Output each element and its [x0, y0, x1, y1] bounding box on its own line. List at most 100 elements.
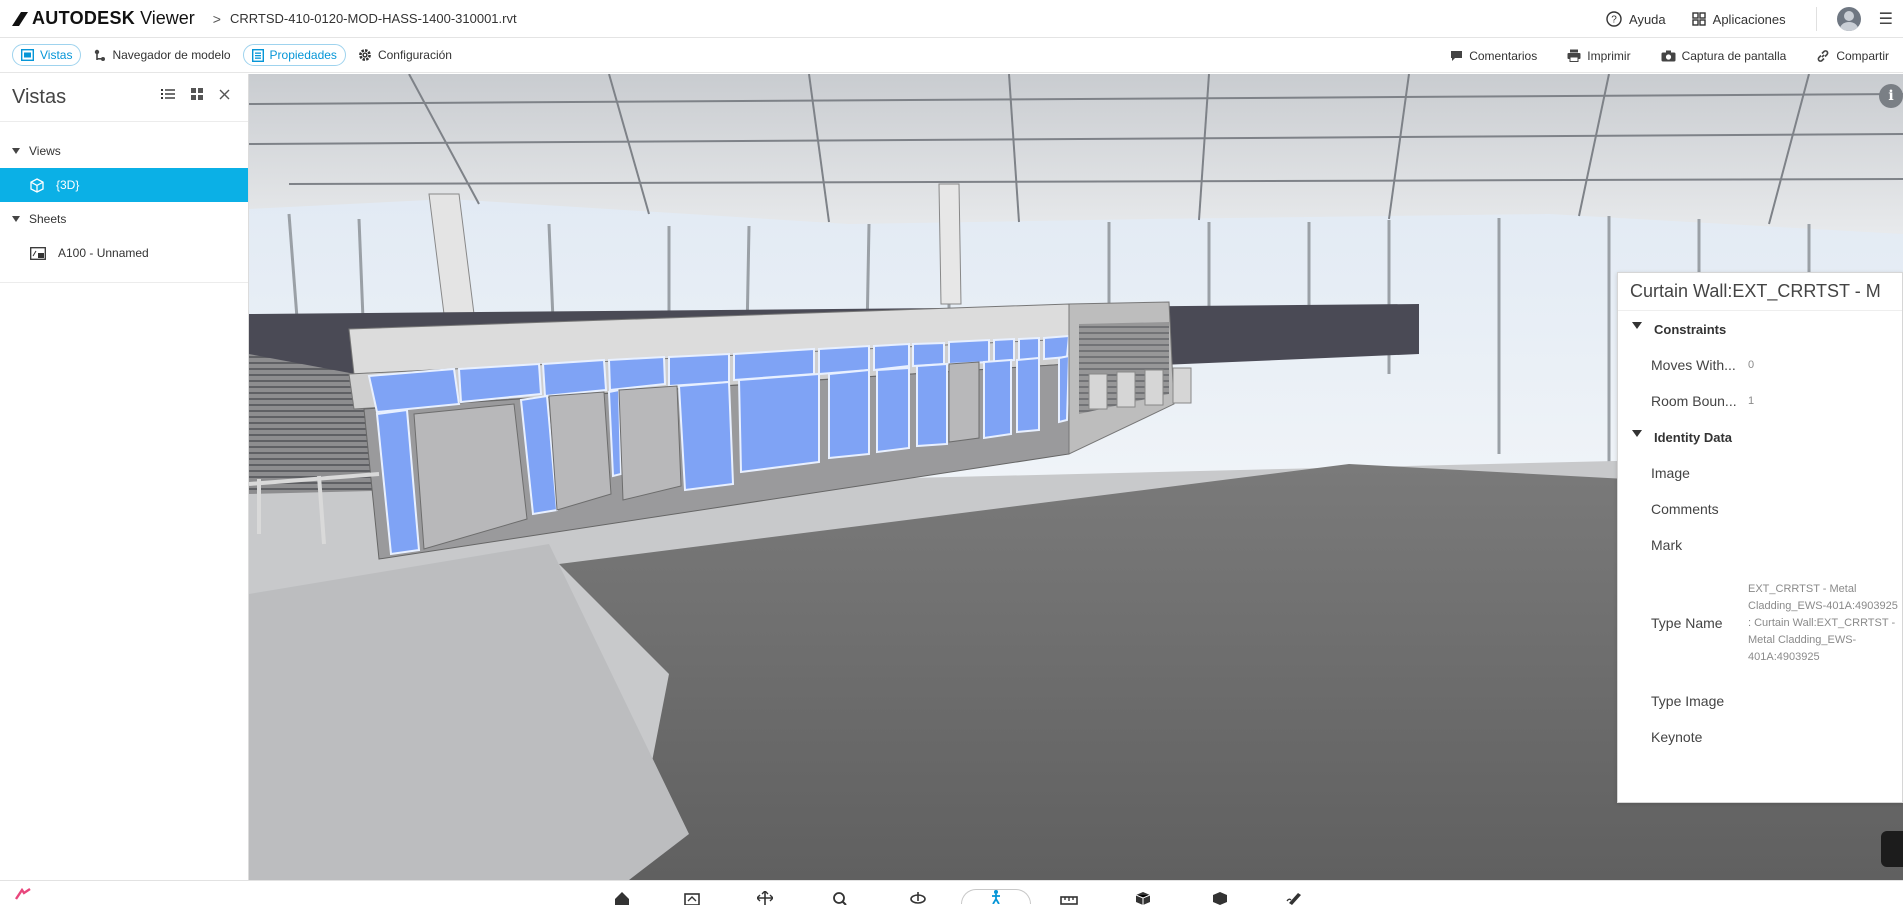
sheet-icon: [30, 246, 46, 260]
side-panel-tab[interactable]: [1881, 831, 1903, 867]
apps-grid-icon: [1691, 12, 1706, 26]
prop-key: Moves With...: [1651, 357, 1736, 373]
brand-name: AUTODESK: [32, 8, 136, 28]
grid-view-icon[interactable]: [191, 88, 203, 100]
screenshot-label: Captura de pantalla: [1681, 48, 1787, 63]
orbit-icon[interactable]: [907, 891, 929, 906]
product-name: Viewer: [140, 8, 195, 28]
prop-row: Type Name EXT_CRRTST - Metal Cladding_EW…: [1618, 563, 1902, 683]
views-tree: Views {3D} Sheets A100 - Unnamed: [0, 134, 248, 283]
section-icon[interactable]: [681, 891, 703, 906]
user-avatar[interactable]: [1836, 7, 1861, 31]
comments-label: Comentarios: [1469, 48, 1538, 63]
caret-down-icon: [1632, 429, 1642, 437]
prop-row: Moves With... 0: [1618, 347, 1902, 383]
gear-icon: [358, 48, 372, 62]
screenshot-button[interactable]: Captura de pantalla: [1653, 45, 1795, 67]
print-icon: [1567, 49, 1581, 62]
camera-icon: [1661, 50, 1676, 62]
divider: [1815, 7, 1817, 31]
help-button[interactable]: ? Ayuda: [1606, 11, 1666, 27]
properties-label: Propiedades: [269, 48, 337, 62]
bottom-toolbar: [0, 880, 1903, 905]
svg-text:?: ?: [1611, 15, 1617, 26]
caret-down-icon: [12, 216, 20, 222]
print-button[interactable]: Imprimir: [1559, 45, 1638, 67]
autodesk-mark-icon: [14, 887, 34, 906]
file-name: CRRTSD-410-0120-MOD-HASS-1400-310001.rvt: [229, 11, 517, 26]
prop-group-label: Identity Data: [1654, 429, 1733, 445]
settings-label: Configuración: [377, 48, 452, 62]
properties-panel: Curtain Wall:EXT_CRRTST - M Constraints …: [1617, 272, 1903, 803]
menu-icon[interactable]: ☰: [1879, 9, 1893, 29]
home-icon[interactable]: [611, 891, 633, 906]
cube-icon: [30, 177, 44, 193]
settings-button[interactable]: Configuración: [350, 44, 460, 66]
prop-key: Mark: [1651, 537, 1683, 553]
caret-down-icon: [1632, 321, 1642, 329]
properties-button[interactable]: Propiedades: [242, 44, 346, 66]
link-icon: [1816, 49, 1830, 63]
tree-item-sheet-a100[interactable]: A100 - Unnamed: [0, 236, 248, 270]
comment-icon: [1450, 50, 1463, 62]
walk-icon[interactable]: [961, 889, 1031, 904]
pan-icon[interactable]: [754, 891, 776, 906]
prop-group-constraints[interactable]: Constraints: [1618, 311, 1902, 347]
prop-group-label: Constraints: [1654, 321, 1727, 337]
prop-group-identity-data[interactable]: Identity Data: [1618, 419, 1902, 455]
apps-label: Aplicaciones: [1712, 11, 1786, 27]
views-label: Vistas: [40, 48, 73, 62]
prop-row: Image: [1618, 455, 1902, 491]
markup-icon[interactable]: [1283, 891, 1305, 906]
breadcrumb-separator: >: [212, 10, 221, 27]
model-browser-icon: [93, 49, 106, 62]
views-panel-title: Vistas: [12, 86, 67, 108]
list-view-icon[interactable]: [161, 88, 175, 100]
prop-key: Type Image: [1651, 693, 1725, 709]
tree-item-label: A100 - Unnamed: [58, 246, 149, 260]
share-label: Compartir: [1836, 48, 1889, 63]
close-icon[interactable]: [219, 89, 230, 100]
autodesk-logo-icon: [12, 11, 28, 26]
prop-key: Room Boun...: [1651, 393, 1737, 409]
prop-row: Type Image: [1618, 683, 1902, 719]
properties-icon: [251, 48, 264, 62]
tree-group-sheets[interactable]: Sheets: [0, 202, 248, 236]
views-button[interactable]: Vistas: [12, 44, 82, 66]
info-icon[interactable]: i: [1879, 84, 1903, 108]
tree-item-3d-view[interactable]: {3D}: [0, 168, 248, 202]
measure-icon[interactable]: [1058, 891, 1080, 906]
prop-row: Keynote: [1618, 719, 1902, 755]
tree-group-label: Sheets: [29, 212, 67, 226]
views-panel-header: Vistas: [0, 74, 248, 122]
zoom-icon[interactable]: [829, 891, 851, 906]
prop-row: Room Boun... 1: [1618, 383, 1902, 419]
top-bar: AUTODESK Viewer > CRRTSD-410-0120-MOD-HA…: [0, 0, 1903, 38]
explode-icon[interactable]: [1132, 891, 1154, 906]
tree-group-label: Views: [29, 144, 61, 158]
main-toolbar: Vistas Navegador de modelo Propiedades C…: [0, 38, 1903, 73]
model-browser-label: Navegador de modelo: [112, 48, 231, 62]
comments-button[interactable]: Comentarios: [1442, 45, 1545, 67]
prop-key: Image: [1651, 465, 1690, 481]
apps-button[interactable]: Aplicaciones: [1691, 11, 1786, 27]
print-label: Imprimir: [1587, 48, 1631, 63]
tree-group-views[interactable]: Views: [0, 134, 248, 168]
model-icon[interactable]: [1209, 891, 1231, 906]
views-icon: [21, 49, 34, 61]
prop-value: EXT_CRRTST - Metal Cladding_EWS-401A:490…: [1748, 582, 1898, 663]
autodesk-logo[interactable]: AUTODESK Viewer: [12, 8, 195, 29]
prop-value: 1: [1748, 394, 1755, 407]
properties-title[interactable]: Curtain Wall:EXT_CRRTST - M: [1618, 273, 1902, 311]
prop-row: Comments: [1618, 491, 1902, 527]
prop-value: 0: [1748, 358, 1755, 371]
help-icon: ?: [1606, 11, 1622, 27]
prop-key: Keynote: [1651, 729, 1703, 745]
prop-row: Mark: [1618, 527, 1902, 563]
help-label: Ayuda: [1629, 11, 1666, 27]
views-panel: Vistas Views {3D} Sheets A100 - Unnamed: [0, 74, 249, 880]
caret-down-icon: [12, 148, 20, 154]
share-button[interactable]: Compartir: [1808, 45, 1897, 67]
prop-key: Type Name: [1651, 615, 1723, 631]
model-browser-button[interactable]: Navegador de modelo: [85, 44, 238, 66]
